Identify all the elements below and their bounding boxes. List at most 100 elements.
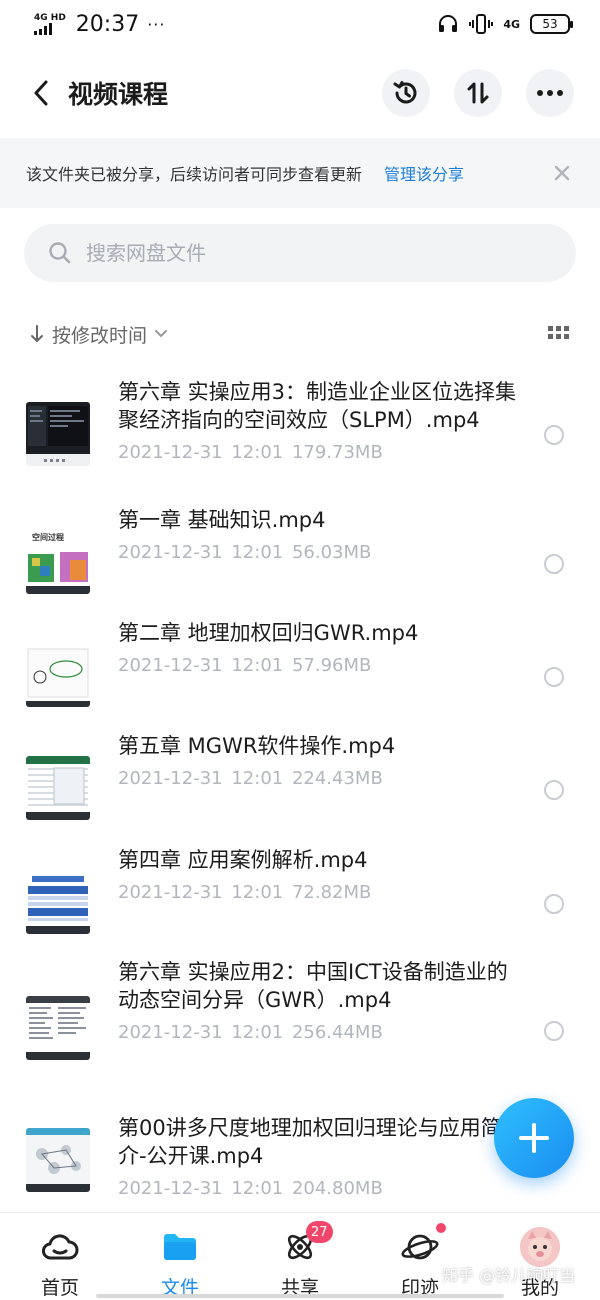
select-radio[interactable] — [544, 1021, 564, 1041]
share-banner: 该文件夹已被分享，后续访问者可同步查看更新 管理该分享 — [0, 138, 600, 208]
folder-icon — [160, 1227, 200, 1267]
select-radio[interactable] — [544, 554, 564, 574]
thumbnail-caption: 空间过程 — [32, 533, 64, 542]
notification-dot — [436, 1223, 446, 1233]
file-size: 224.43MB — [291, 768, 383, 789]
file-size: 204.80MB — [291, 1178, 383, 1199]
file-item[interactable]: 第二章 地理加权回归GWR.mp4 2021-12-31 12:01 57.96… — [0, 615, 600, 721]
vibrate-icon — [469, 14, 494, 34]
file-name: 第00讲多尺度地理加权回归理论与应用简介-公开课.mp4 — [118, 1116, 502, 1168]
file-size: 56.03MB — [291, 542, 372, 563]
file-meta: 2021-12-31 12:01 57.96MB — [118, 655, 518, 676]
file-time: 12:01 — [231, 655, 284, 676]
video-thumbnail: 空间过程 — [26, 530, 90, 594]
sort-control[interactable]: 按修改时间 — [30, 321, 168, 348]
bottom-nav: 首页 文件 27 共享 印迹 我的 — [0, 1212, 600, 1300]
nav-home[interactable]: 首页 — [0, 1213, 120, 1300]
video-thumbnail — [26, 643, 90, 707]
nav-me[interactable]: 我的 — [480, 1213, 600, 1300]
file-item[interactable]: 空间过程 第一章 基础知识.mp4 2021-12-31 12:01 56.03… — [0, 502, 600, 608]
file-date: 2021-12-31 — [118, 442, 223, 463]
plus-icon — [519, 1123, 549, 1153]
battery-icon: 53 — [530, 14, 573, 34]
select-radio[interactable] — [544, 425, 564, 445]
select-radio[interactable] — [544, 894, 564, 914]
file-meta: 2021-12-31 12:01 179.73MB — [118, 442, 518, 463]
file-meta: 2021-12-31 12:01 204.80MB — [118, 1178, 518, 1199]
network-indicator: 4G HD — [34, 12, 66, 35]
video-thumbnail — [26, 996, 90, 1060]
signal-bars-icon — [34, 22, 52, 35]
search-bar[interactable] — [24, 224, 576, 282]
select-radio[interactable] — [544, 667, 564, 687]
file-size: 57.96MB — [291, 655, 372, 676]
home-indicator — [96, 1294, 504, 1298]
status-bar: 4G HD 20:37 ··· 4G 53 — [0, 0, 600, 48]
video-thumbnail — [26, 1128, 90, 1192]
mobile-data-indicator: 4G — [503, 17, 520, 31]
page-title: 视频课程 — [68, 80, 169, 109]
file-text: 第00讲多尺度地理加权回归理论与应用简介-公开课.mp4 2021-12-31 … — [118, 1114, 518, 1199]
file-time: 12:01 — [231, 882, 284, 903]
file-text: 第五章 MGWR软件操作.mp4 2021-12-31 12:01 224.43… — [118, 732, 518, 789]
header-actions — [382, 69, 574, 117]
status-time: 20:37 — [75, 11, 140, 37]
file-size: 256.44MB — [291, 1022, 383, 1043]
nav-share[interactable]: 27 共享 — [240, 1213, 360, 1300]
chevron-left-icon — [34, 80, 48, 106]
file-date: 2021-12-31 — [118, 882, 223, 903]
add-fab-button[interactable] — [494, 1098, 574, 1178]
file-date: 2021-12-31 — [118, 1022, 223, 1043]
more-dots-icon — [537, 90, 563, 96]
video-thumbnail — [26, 756, 90, 820]
status-right: 4G 53 — [437, 13, 573, 35]
file-name: 第六章 实操应用3：制造业企业区位选择集聚经济指向的空间效应（SLPM）.mp4 — [118, 380, 517, 432]
search-input[interactable] — [86, 241, 506, 265]
file-name: 第二章 地理加权回归GWR.mp4 — [118, 621, 419, 645]
manage-share-link[interactable]: 管理该分享 — [384, 161, 464, 185]
status-left: 4G HD 20:37 ··· — [34, 12, 165, 37]
file-name: 第六章 实操应用2：中国ICT设备制造业的动态空间分异（GWR）.mp4 — [118, 960, 508, 1012]
file-item[interactable]: 第六章 实操应用2：中国ICT设备制造业的动态空间分异（GWR）.mp4 202… — [0, 956, 600, 1088]
chevron-down-icon — [155, 330, 168, 338]
select-radio[interactable] — [544, 780, 564, 800]
avatar-wrap — [520, 1227, 560, 1267]
file-time: 12:01 — [231, 1178, 284, 1199]
file-text: 第二章 地理加权回归GWR.mp4 2021-12-31 12:01 57.96… — [118, 619, 518, 676]
header: 视频课程 — [0, 62, 600, 124]
grid-view-toggle[interactable] — [548, 325, 570, 344]
sort-button[interactable] — [454, 69, 502, 117]
battery-level: 53 — [542, 17, 558, 31]
file-size: 72.82MB — [291, 882, 372, 903]
file-time: 12:01 — [231, 442, 284, 463]
nav-traces[interactable]: 印迹 — [360, 1213, 480, 1300]
sort-row: 按修改时间 — [0, 312, 600, 356]
file-item[interactable]: 第五章 MGWR软件操作.mp4 2021-12-31 12:01 224.43… — [0, 728, 600, 834]
search-icon — [49, 242, 71, 264]
network-type: 4G HD — [34, 12, 66, 23]
file-time: 12:01 — [231, 1022, 284, 1043]
share-badge: 27 — [306, 1221, 333, 1243]
file-date: 2021-12-31 — [118, 542, 223, 563]
atom-share-icon: 27 — [280, 1221, 333, 1267]
close-icon — [554, 165, 570, 181]
cloud-home-icon — [40, 1227, 80, 1267]
file-time: 12:01 — [231, 542, 284, 563]
nav-label: 首页 — [40, 1277, 79, 1299]
file-item[interactable]: 第四章 应用案例解析.mp4 2021-12-31 12:01 72.82MB — [0, 842, 600, 948]
more-button[interactable] — [526, 69, 574, 117]
back-button[interactable] — [26, 73, 56, 113]
nav-files[interactable]: 文件 — [120, 1213, 240, 1300]
file-item[interactable]: 第六章 实操应用3：制造业企业区位选择集聚经济指向的空间效应（SLPM）.mp4… — [0, 370, 600, 498]
status-more-dots: ··· — [147, 14, 166, 34]
file-date: 2021-12-31 — [118, 1178, 223, 1199]
planet-icon — [400, 1223, 446, 1267]
banner-close-button[interactable] — [550, 161, 574, 185]
history-icon — [393, 81, 417, 104]
file-date: 2021-12-31 — [118, 768, 223, 789]
history-button[interactable] — [382, 69, 430, 117]
sort-label: 按修改时间 — [52, 324, 148, 347]
file-name: 第四章 应用案例解析.mp4 — [118, 848, 368, 872]
file-time: 12:01 — [231, 768, 284, 789]
video-thumbnail — [26, 870, 90, 934]
